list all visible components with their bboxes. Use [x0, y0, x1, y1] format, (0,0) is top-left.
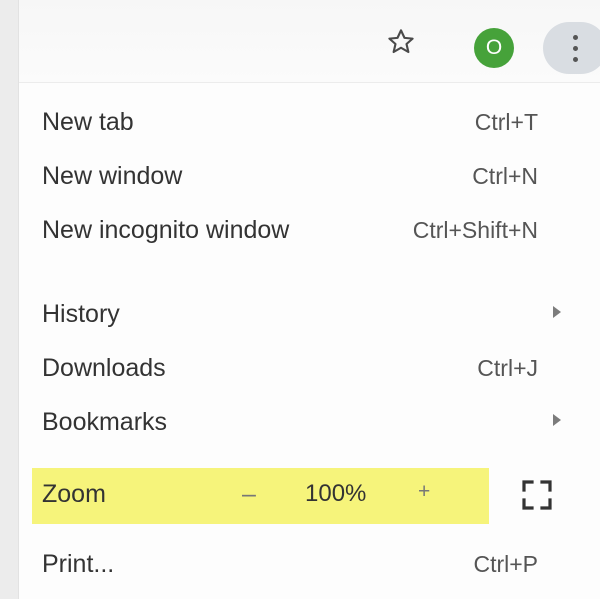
menu-item-downloads[interactable]: Downloads Ctrl+J — [19, 343, 579, 393]
menu-item-shortcut: Ctrl+J — [477, 354, 538, 381]
menu-item-label: New window — [42, 161, 183, 190]
profile-initial: O — [485, 36, 503, 59]
menu-item-print[interactable]: Print... Ctrl+P — [19, 539, 579, 589]
zoom-level: 100% — [305, 480, 367, 507]
menu-item-shortcut: Ctrl+T — [474, 108, 538, 135]
star-outline-icon — [388, 29, 414, 54]
submenu-arrow-icon — [553, 414, 561, 426]
zoom-label: Zoom — [42, 480, 106, 508]
menu-item-new-incognito-window[interactable]: New incognito window Ctrl+Shift+N — [19, 205, 579, 255]
fullscreen-button[interactable] — [519, 477, 555, 513]
zoom-in-button[interactable]: + — [418, 480, 430, 504]
browser-menu-button[interactable] — [543, 22, 600, 74]
menu-item-label: Downloads — [42, 353, 166, 382]
submenu-arrow-icon — [553, 306, 561, 318]
menu-item-label: New tab — [42, 107, 134, 136]
menu-item-new-window[interactable]: New window Ctrl+N — [19, 151, 579, 201]
profile-avatar-button[interactable]: O — [474, 28, 514, 68]
menu-item-new-tab[interactable]: New tab Ctrl+T — [19, 97, 579, 147]
fullscreen-icon — [522, 480, 552, 510]
browser-window: O New tab Ctrl+T New window Ctrl+N New i… — [18, 0, 600, 599]
menu-item-shortcut: Ctrl+N — [472, 162, 538, 189]
menu-item-bookmarks[interactable]: Bookmarks — [19, 397, 579, 447]
browser-toolbar: O — [19, 0, 600, 83]
zoom-out-button[interactable]: – — [242, 480, 256, 509]
menu-item-label: Print... — [42, 549, 115, 578]
bookmark-star-button[interactable] — [385, 26, 417, 58]
menu-item-history[interactable]: History — [19, 289, 579, 339]
menu-item-label: New incognito window — [42, 215, 290, 244]
menu-item-label: History — [42, 299, 120, 328]
menu-item-shortcut: Ctrl+Shift+N — [412, 216, 538, 243]
menu-item-label: Bookmarks — [42, 407, 168, 436]
menu-item-shortcut: Ctrl+P — [473, 550, 538, 577]
zoom-control: Zoom – 100% + — [32, 468, 489, 524]
